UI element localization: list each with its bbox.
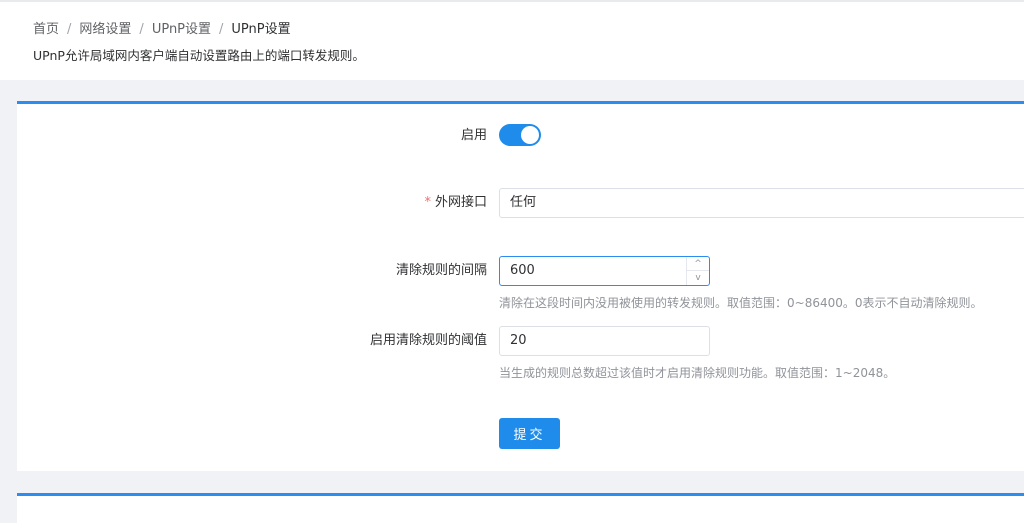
page-description: UPnP允许局域网内客户端自动设置路由上的端口转发规则。 <box>33 48 365 63</box>
chevron-up-icon[interactable]: ^ <box>687 257 709 271</box>
wan-interface-label-text: 外网接口 <box>434 195 487 210</box>
second-card <box>17 493 1024 523</box>
breadcrumb-separator: / <box>139 22 144 37</box>
breadcrumb-separator: / <box>219 22 224 37</box>
wan-interface-value: 任何 <box>510 195 537 210</box>
clean-threshold-input[interactable]: 20 <box>499 326 710 356</box>
enable-toggle[interactable] <box>499 124 541 146</box>
upnp-settings-card: 启用 * 外网接口 任何 清除规则的间隔 600 ^ v 清除在这段时间内没用被使… <box>17 101 1024 471</box>
enable-label: 启用 <box>460 128 487 143</box>
clean-interval-hint: 清除在这段时间内没用被使用的转发规则。取值范围：0~86400。0表示不自动清除… <box>499 296 983 310</box>
clean-threshold-label: 启用清除规则的阈值 <box>369 333 487 348</box>
clean-interval-label: 清除规则的间隔 <box>395 263 487 278</box>
submit-button[interactable]: 提交 <box>499 418 560 449</box>
clean-interval-stepper: ^ v <box>686 257 709 285</box>
clean-interval-value: 600 <box>510 263 535 278</box>
breadcrumb-network-settings[interactable]: 网络设置 <box>79 22 131 37</box>
page-header: 首页 / 网络设置 / UPnP设置 / UPnP设置 UPnP允许局域网内客户端自动设置路… <box>0 0 1024 80</box>
clean-interval-input[interactable]: 600 ^ v <box>499 256 710 286</box>
clean-threshold-value: 20 <box>510 333 527 348</box>
breadcrumb-home[interactable]: 首页 <box>33 22 59 37</box>
breadcrumb-separator: / <box>67 22 72 37</box>
clean-threshold-hint: 当生成的规则总数超过该值时才启用清除规则功能。取值范围：1~2048。 <box>499 366 896 380</box>
breadcrumb-current: UPnP设置 <box>231 22 291 37</box>
chevron-down-icon[interactable]: v <box>687 271 709 285</box>
breadcrumb-upnp-settings[interactable]: UPnP设置 <box>152 22 211 37</box>
wan-interface-select[interactable]: 任何 <box>499 188 1024 218</box>
required-mark: * <box>424 195 431 210</box>
toggle-knob <box>521 126 539 144</box>
wan-interface-label: * 外网接口 <box>187 193 487 213</box>
breadcrumb: 首页 / 网络设置 / UPnP设置 / UPnP设置 <box>33 18 291 37</box>
